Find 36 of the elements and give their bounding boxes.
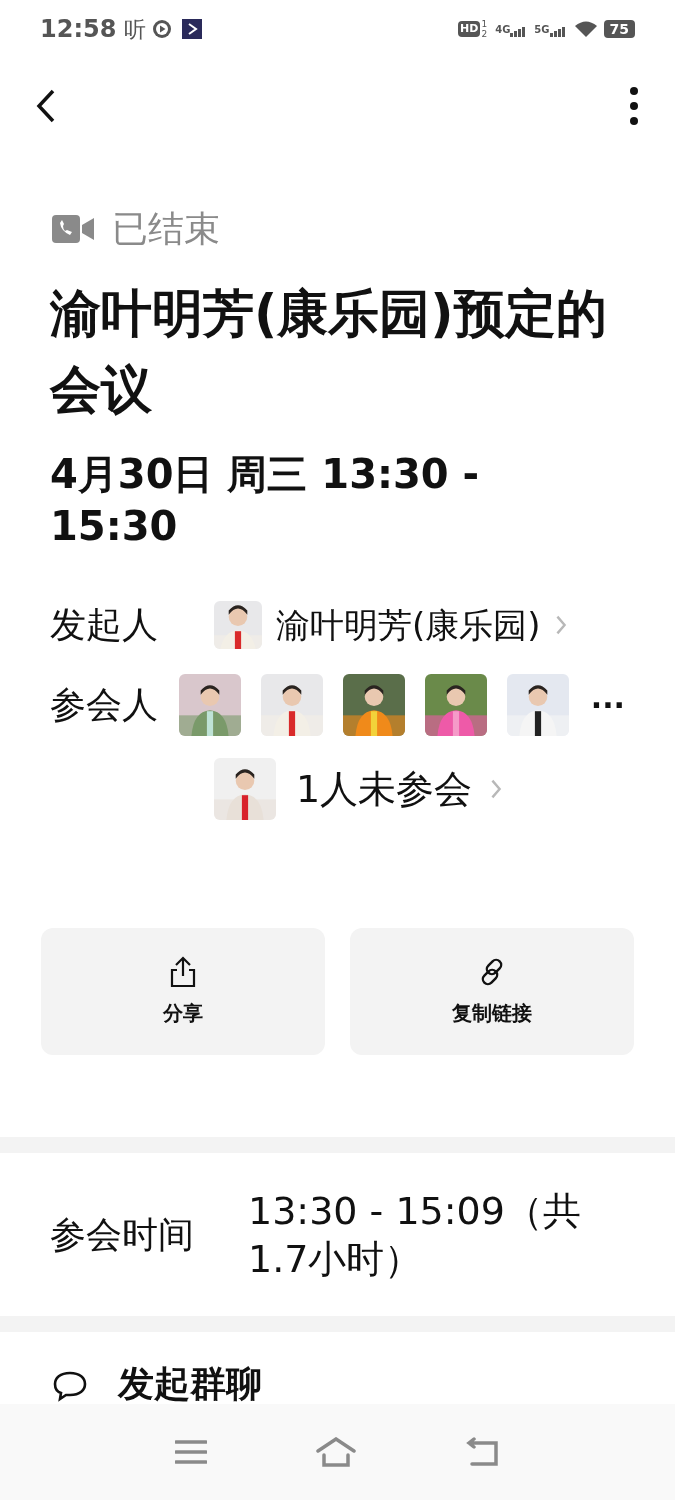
copy-link-button[interactable]: 复制链接 (350, 928, 634, 1055)
start-group-chat-button[interactable]: 发起群聊 (118, 1364, 262, 1404)
signal-icon (549, 26, 566, 37)
wifi-icon (573, 20, 598, 38)
attend-time-value: 13:30 - 15:09（共1.7小时） (248, 1187, 582, 1283)
battery-indicator: 75 (603, 20, 635, 38)
network-label: 5G (534, 22, 550, 37)
listen-label: 听 (124, 15, 147, 44)
share-button[interactable]: 分享 (41, 928, 325, 1055)
absent-count[interactable]: 1人未参会 (296, 760, 473, 818)
attend-time-label: 参会时间 (50, 1212, 195, 1257)
hd-badge: HD (458, 20, 481, 38)
more-attendees[interactable]: ··· (590, 682, 625, 728)
signal-icon (510, 26, 527, 37)
initiator-name[interactable]: 渝叶明芳(康乐园) (276, 599, 541, 651)
chevron-right-icon (554, 614, 567, 636)
clock: 12:58 (40, 14, 117, 45)
chat-bubble-icon (52, 1370, 88, 1402)
initiator-label: 发起人 (50, 603, 159, 647)
home-icon[interactable] (316, 1437, 357, 1467)
chevron-right-icon (490, 778, 503, 800)
attendees-label: 参会人 (50, 683, 159, 727)
menu-icon[interactable] (174, 1439, 207, 1465)
sim-label: 2 (481, 29, 488, 39)
meeting-status: 已结束 (112, 207, 220, 251)
sim-label: 1 (481, 19, 488, 29)
meeting-title: 渝叶明芳(康乐园)预定的会议 (50, 283, 608, 421)
play-icon (152, 19, 173, 39)
video-call-icon (52, 215, 94, 243)
back-nav-icon[interactable] (466, 1437, 501, 1467)
meeting-datetime: 4月30日 周三 13:30 - 15:30 (49, 450, 481, 551)
network-label: 4G (495, 22, 511, 37)
more-icon[interactable] (629, 86, 639, 126)
share-icon (168, 955, 198, 988)
app-icon (182, 19, 203, 39)
back-icon[interactable] (36, 89, 56, 123)
